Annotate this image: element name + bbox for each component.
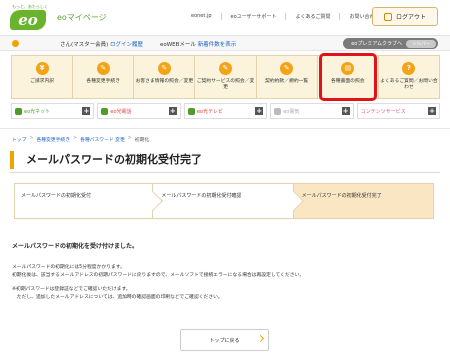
service-eo-tv[interactable]: eo光テレビ + — [183, 103, 268, 119]
eo-denki-icon — [274, 107, 282, 115]
nav-faq-contact[interactable]: ? よくあるご質問／お問い合わせ — [379, 56, 439, 98]
pencil-icon: ✎ — [157, 62, 171, 75]
service-eo-phone[interactable]: eo光電話 + — [97, 103, 181, 119]
back-to-top-button[interactable]: トップに戻る — [180, 329, 269, 351]
header-links: eonet.jp eoユーザーサポート よくあるご質問 お問い合わせ — [182, 13, 388, 20]
body-paragraph: メールパスワードの初期化には5分程度かかります。 — [12, 265, 125, 270]
step-label: メールパスワードの初期化受付 — [21, 193, 92, 199]
link-eonet[interactable]: eonet.jp — [182, 13, 221, 20]
breadcrumb-separator: > — [73, 136, 78, 141]
webmail-count-link[interactable]: 新着件数を表示 — [198, 42, 237, 48]
breadcrumb-top[interactable]: トップ — [12, 136, 26, 143]
link-user-support[interactable]: eoユーザーサポート — [220, 13, 286, 20]
step-2: メールパスワードの初期化受付確認 — [152, 183, 304, 219]
pencil-icon: ✎ — [218, 62, 232, 75]
breadcrumb-current: 初期化 — [134, 138, 150, 143]
nav-label: お客さま情報の照会／変更 — [135, 79, 194, 84]
logo-mark: eo — [10, 10, 46, 30]
user-name: さん(マスター会員) ログイン履歴 — [60, 40, 143, 48]
nav-customer-info[interactable]: ✎ お客さま情報の照会／変更 — [134, 56, 196, 98]
page-title: メールパスワードの初期化受付完了 — [10, 151, 440, 169]
service-label: eo光ネット — [24, 108, 51, 115]
yen-icon: ¥ — [35, 62, 49, 75]
step-3-current: メールパスワードの初期化受付完了 — [292, 183, 434, 219]
user-icon — [12, 40, 19, 47]
step-1: メールパスワードの初期化受付 — [14, 183, 164, 219]
question-icon: ? — [402, 62, 416, 75]
service-row: eo光ネット + eo光電話 + eo光テレビ + eo電気 + コンテンツサー… — [11, 103, 441, 119]
body-note: ※初期パスワードは登録証などでご確認いただけます。 — [12, 287, 131, 292]
breadcrumb-separator: > — [29, 136, 34, 141]
title-rule — [10, 172, 440, 173]
site-header: もっと、あたらしく eo eoマイページ eonet.jp eoユーザーサポート… — [0, 0, 450, 36]
service-label: eo光電話 — [110, 108, 132, 115]
nav-label: 契約約款／規約一覧 — [265, 79, 309, 84]
nav-contracted-services[interactable]: ✎ ご契約サービスの照会／変更 — [195, 56, 257, 98]
premium-label: eoプレミアムクラブへ — [351, 41, 402, 47]
plus-icon[interactable]: + — [341, 107, 350, 115]
progress-steps: メールパスワードの初期化受付 メールパスワードの初期化受付確認 メールパスワード… — [14, 183, 434, 219]
nav-label: ご請求内訳 — [30, 79, 55, 84]
body-paragraph: 初期化後は、該当するメールアドレスの初期パスワードに戻りますので、メールソフトで… — [12, 273, 305, 278]
pencil-icon: ✎ — [96, 62, 110, 75]
user-bar: さん(マスター会員) ログイン履歴 eoWEBメール 新着件数を表示 eoプレミ… — [0, 36, 450, 51]
plus-icon[interactable]: + — [428, 107, 437, 115]
breadcrumb: トップ > 各種変更手続き > 各種パスワード 変更 > 初期化 — [12, 136, 149, 143]
step-label: メールパスワードの初期化受付確認 — [161, 193, 242, 199]
login-history-link[interactable]: ログイン履歴 — [110, 42, 143, 48]
plus-icon[interactable]: + — [255, 107, 264, 115]
eo-net-icon — [15, 107, 22, 115]
lock-icon — [383, 12, 392, 21]
back-label: トップに戻る — [209, 337, 240, 344]
user-suffix: さん(マスター会員) — [60, 42, 109, 48]
breadcrumb-separator: > — [127, 136, 132, 141]
service-label: eo光テレビ — [196, 108, 223, 115]
main-nav: ¥ ご請求内訳 ✎ 各種変更手続き ✎ お客さま情報の照会／変更 ✎ ご契約サー… — [11, 53, 440, 101]
webmail: eoWEBメール 新着件数を表示 — [160, 40, 236, 48]
site-title[interactable]: eoマイページ — [57, 12, 107, 23]
nav-label: ご契約サービスの照会／変更 — [196, 79, 255, 90]
logout-button[interactable]: ログアウト — [372, 7, 438, 26]
service-label: コンテンツサービス — [360, 108, 406, 115]
nav-documents[interactable]: ▤ 各種書面の照会 — [318, 53, 379, 101]
document-icon: ✎ — [280, 62, 294, 75]
nav-label: 各種書面の照会 — [330, 79, 365, 84]
eo-phone-icon — [101, 107, 109, 115]
service-contents[interactable]: コンテンツサービス + — [356, 103, 441, 119]
eo-logo[interactable]: もっと、あたらしく eo — [10, 4, 50, 31]
webmail-label: eoWEBメール — [160, 42, 196, 48]
lead-message: メールパスワードの初期化を受け付けました。 — [12, 243, 139, 250]
service-label: eo電気 — [283, 108, 300, 115]
eo-tv-icon — [187, 107, 195, 115]
logout-label: ログアウト — [395, 14, 426, 21]
nav-label: よくあるご質問／お問い合わせ — [380, 79, 438, 90]
breadcrumb-password-change[interactable]: 各種パスワード 変更 — [80, 136, 125, 143]
rank-badge: シルバー — [406, 39, 436, 48]
document-list-icon: ▤ — [341, 62, 355, 75]
body-text: メールパスワードの初期化には5分程度かかります。 初期化後は、該当するメールアド… — [12, 264, 442, 302]
nav-terms[interactable]: ✎ 契約約款／規約一覧 — [257, 56, 318, 98]
nav-label: 各種変更手続き — [86, 79, 120, 84]
nav-change-procedures[interactable]: ✎ 各種変更手続き — [73, 56, 135, 98]
service-eo-net[interactable]: eo光ネット + — [11, 103, 95, 119]
breadcrumb-procedures[interactable]: 各種変更手続き — [36, 136, 70, 143]
premium-club-button[interactable]: eoプレミアムクラブへ シルバー — [343, 38, 438, 49]
step-label: メールパスワードの初期化受付完了 — [301, 193, 382, 199]
link-faq[interactable]: よくあるご質問 — [285, 13, 339, 20]
nav-billing[interactable]: ¥ ご請求内訳 — [12, 56, 74, 98]
plus-icon[interactable]: + — [82, 107, 91, 115]
service-eo-denki[interactable]: eo電気 + — [270, 103, 354, 119]
chevron-right-icon — [256, 334, 265, 343]
body-note: ただし、追加したメールアドレスについては、追加時の確認画面の印刷などでご確認くだ… — [12, 295, 223, 300]
divider — [0, 128, 450, 129]
plus-icon[interactable]: + — [168, 107, 177, 115]
